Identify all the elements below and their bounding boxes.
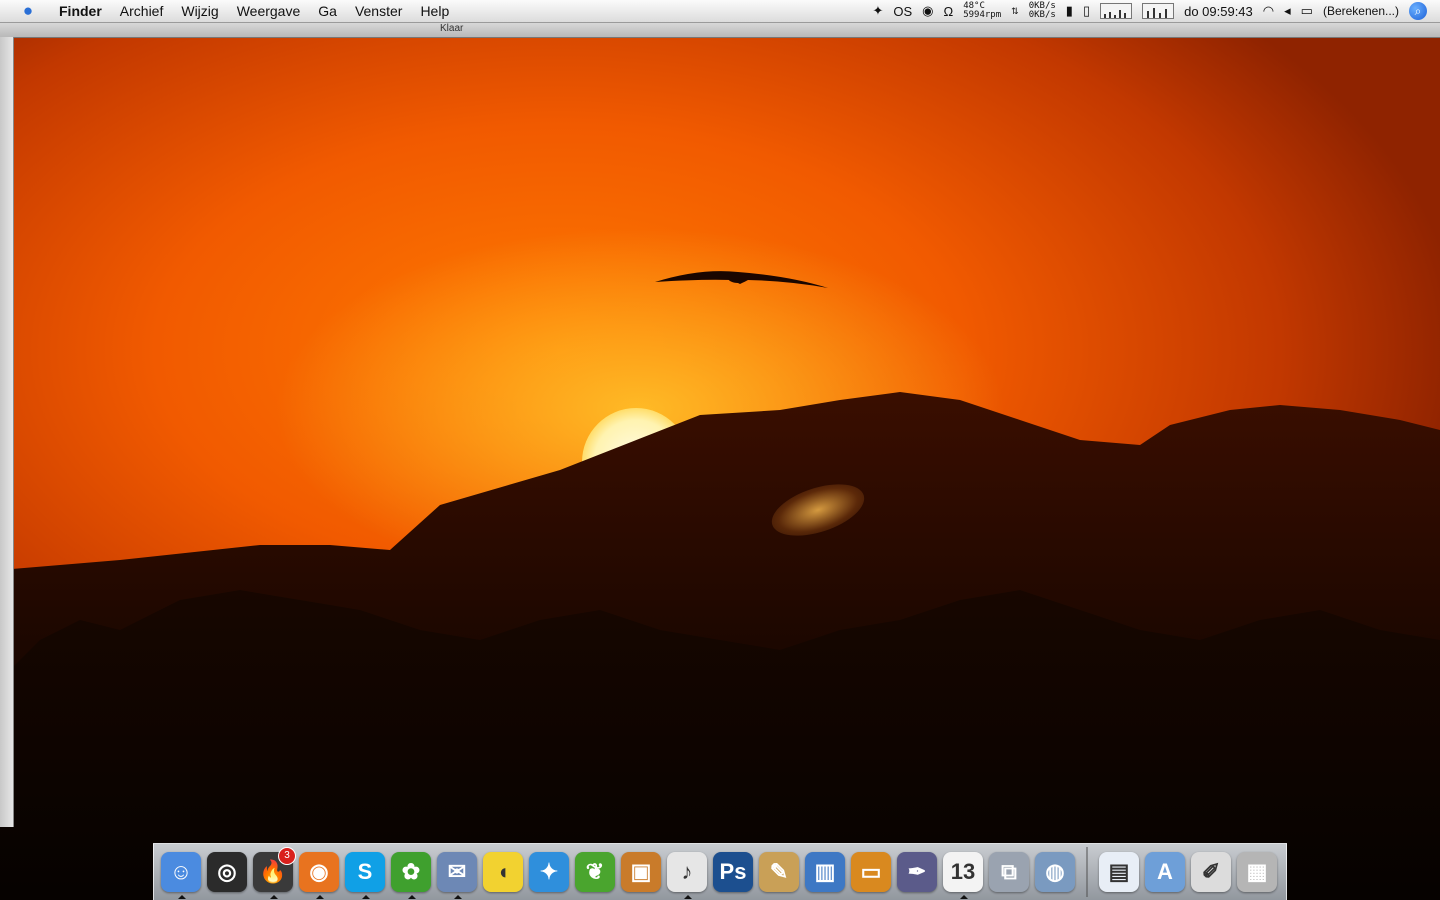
network-graph[interactable] bbox=[1142, 3, 1175, 19]
network-arrows-icon: ⇅ bbox=[1011, 5, 1019, 16]
menu-items: Finder Archief Wijzig Weergave Ga Venster Help bbox=[50, 3, 458, 19]
spotlight-icon[interactable]: ⌕ bbox=[1409, 2, 1427, 20]
dock-item-twitterrific[interactable]: ✦ bbox=[528, 849, 570, 895]
menu-item-archief[interactable]: Archief bbox=[111, 3, 173, 19]
dashboard-icon: ◎ bbox=[207, 852, 247, 892]
chart-icon: ▥ bbox=[805, 852, 845, 892]
headphones-icon[interactable]: Ω bbox=[943, 4, 953, 19]
finder-sidebar-scrollbar[interactable] bbox=[0, 37, 14, 827]
dock-item-iphoto[interactable]: ▣ bbox=[620, 849, 662, 895]
running-indicator bbox=[454, 895, 462, 899]
quill-icon: ✒ bbox=[897, 852, 937, 892]
clock[interactable]: do 09:59:43 bbox=[1184, 4, 1253, 19]
growl-status-icon[interactable]: ✦ bbox=[872, 3, 883, 19]
globe-icon: ◍ bbox=[1035, 852, 1075, 892]
dock-item-numbers[interactable]: ▥ bbox=[804, 849, 846, 895]
running-indicator bbox=[178, 895, 186, 899]
memory-meter-icon[interactable]: ▯ bbox=[1083, 3, 1090, 19]
disk-meter-icon[interactable]: ▮ bbox=[1066, 3, 1073, 19]
photoshop-icon: Ps bbox=[713, 852, 753, 892]
dock-item-skype[interactable]: S bbox=[344, 849, 386, 899]
firefox-icon: ◉ bbox=[299, 852, 339, 892]
dock-item-growl[interactable]: 🔥 3 bbox=[252, 847, 296, 899]
dock-item-coda[interactable]: ❦ bbox=[574, 849, 616, 895]
duck-icon: ◖ bbox=[483, 852, 523, 892]
skype-icon: S bbox=[345, 852, 385, 892]
dock-item-vmware[interactable]: ⧉ bbox=[988, 849, 1030, 895]
dock-stacks: ▤ A ✐ ▦ bbox=[1096, 849, 1280, 895]
battery-status[interactable]: (Berekenen...) bbox=[1323, 4, 1399, 18]
menu-item-ga[interactable]: Ga bbox=[309, 3, 346, 19]
folder-icon: A bbox=[1145, 852, 1185, 892]
dock-separator bbox=[1086, 847, 1088, 897]
fan-rpm-value: 5994rpm bbox=[963, 10, 1002, 20]
dock-item-network-utility[interactable]: ◍ bbox=[1034, 849, 1076, 895]
net-down-value: 0KB/s bbox=[1028, 10, 1056, 20]
pencil-icon: ✎ bbox=[759, 852, 799, 892]
dock-item-trash[interactable]: ▦ bbox=[1236, 849, 1278, 895]
finder-icon: ☺ bbox=[161, 852, 201, 892]
dock-apps: ☺ ◎ 🔥 3 ◉ S ✿ ✉ ◖ ✦ ❦ ▣ ♪ Ps ✎ ▥ ▭ ✒ 13 ⧉ ◍ bbox=[158, 847, 1078, 899]
running-indicator bbox=[316, 895, 324, 899]
running-indicator bbox=[960, 895, 968, 899]
menu-item-weergave[interactable]: Weergave bbox=[228, 3, 310, 19]
vm-icon: ⧉ bbox=[989, 852, 1029, 892]
os-status-item[interactable]: OS bbox=[893, 4, 912, 19]
dock-item-firefox[interactable]: ◉ bbox=[298, 849, 340, 899]
dock-item-script-editor[interactable]: ✎ bbox=[758, 849, 800, 895]
cpu-graph[interactable] bbox=[1100, 3, 1133, 19]
temperature-readout[interactable]: 48°C 5994rpm bbox=[963, 2, 1001, 20]
dock-item-mail[interactable]: ✉ bbox=[436, 849, 478, 899]
dock-item-finder[interactable]: ☺ bbox=[160, 849, 202, 899]
apple-icon[interactable]: ● bbox=[20, 2, 36, 19]
dock-item-cyberduck[interactable]: ◖ bbox=[482, 849, 524, 895]
keynote-icon: ▭ bbox=[851, 852, 891, 892]
quicksilver-icon[interactable]: ◉ bbox=[922, 3, 933, 19]
badge-count: 3 bbox=[278, 847, 296, 865]
running-indicator bbox=[270, 895, 278, 899]
script-icon: ✐ bbox=[1191, 852, 1231, 892]
adium-icon: ✿ bbox=[391, 852, 431, 892]
menu-item-finder[interactable]: Finder bbox=[50, 3, 111, 19]
battery-icon[interactable]: ▭ bbox=[1301, 3, 1313, 19]
menu-item-venster[interactable]: Venster bbox=[346, 3, 411, 19]
dock-item-photoshop[interactable]: Ps bbox=[712, 849, 754, 895]
status-area: ✦ OS ◉ Ω 48°C 5994rpm ⇅ 0KB/s 0KB/s ▮ ▯ … bbox=[867, 0, 1440, 22]
running-indicator bbox=[408, 895, 416, 899]
dock-item-ical[interactable]: 13 bbox=[942, 849, 984, 899]
dock-item-keynote[interactable]: ▭ bbox=[850, 849, 892, 895]
running-indicator bbox=[684, 895, 692, 899]
album-icon: ♪ bbox=[667, 852, 707, 892]
dock-item-adium[interactable]: ✿ bbox=[390, 849, 432, 899]
menu-bar: ● Finder Archief Wijzig Weergave Ga Venster He… bbox=[0, 0, 1440, 23]
trash-icon: ▦ bbox=[1237, 852, 1277, 892]
volume-icon[interactable]: ◂ bbox=[1284, 3, 1291, 19]
window-status-text: Klaar bbox=[440, 23, 464, 34]
menu-item-wijzig[interactable]: Wijzig bbox=[172, 3, 227, 19]
bird-icon: ✦ bbox=[529, 852, 569, 892]
mountain-silhouette bbox=[0, 271, 1440, 900]
dock-item-itunes-album[interactable]: ♪ bbox=[666, 849, 708, 899]
dock-item-dashboard[interactable]: ◎ bbox=[206, 849, 248, 895]
desktop-wallpaper bbox=[0, 0, 1440, 900]
wifi-icon[interactable]: ◠ bbox=[1263, 3, 1274, 19]
dock-item-documents-stack[interactable]: ▤ bbox=[1098, 849, 1140, 895]
menu-item-help[interactable]: Help bbox=[411, 3, 458, 19]
leaf-icon: ❦ bbox=[575, 852, 615, 892]
dock-item-script-stack[interactable]: ✐ bbox=[1190, 849, 1232, 895]
network-readout[interactable]: 0KB/s 0KB/s bbox=[1029, 2, 1056, 20]
finder-window-toolbar: Klaar bbox=[0, 23, 1440, 38]
dock-item-quill[interactable]: ✒ bbox=[896, 849, 938, 895]
mail-icon: ✉ bbox=[437, 852, 477, 892]
dock-item-applications-folder[interactable]: A bbox=[1144, 849, 1186, 895]
calendar-icon: 13 bbox=[943, 852, 983, 892]
photo-icon: ▣ bbox=[621, 852, 661, 892]
running-indicator bbox=[362, 895, 370, 899]
document-icon: ▤ bbox=[1099, 852, 1139, 892]
dock: ☺ ◎ 🔥 3 ◉ S ✿ ✉ ◖ ✦ ❦ ▣ ♪ Ps ✎ ▥ ▭ ✒ 13 ⧉ ◍ ▤ A ✐ ▦ bbox=[153, 843, 1287, 900]
